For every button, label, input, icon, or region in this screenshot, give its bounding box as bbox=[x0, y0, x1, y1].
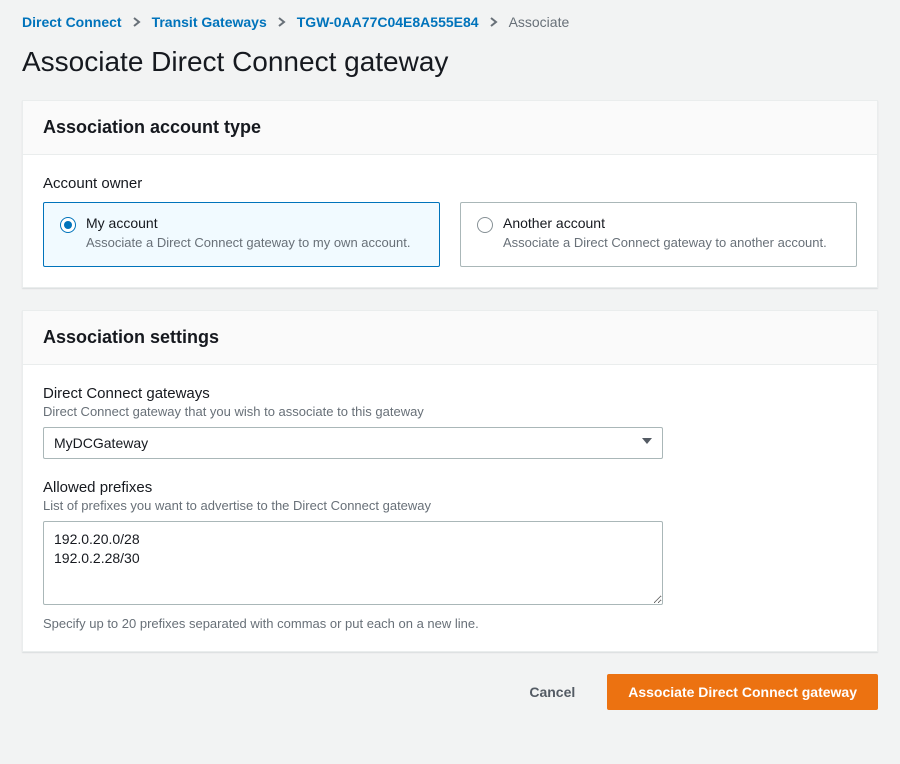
panel-header-settings: Association settings bbox=[23, 311, 877, 365]
radio-desc-my-account: Associate a Direct Connect gateway to my… bbox=[86, 235, 410, 252]
page-title: Associate Direct Connect gateway bbox=[22, 46, 878, 78]
breadcrumb-link-tgw-id[interactable]: TGW-0AA77C04E8A555E84 bbox=[297, 14, 479, 30]
account-owner-label: Account owner bbox=[43, 175, 857, 192]
breadcrumb: Direct Connect Transit Gateways TGW-0AA7… bbox=[22, 14, 878, 30]
dc-gateways-label: Direct Connect gateways bbox=[43, 385, 857, 402]
breadcrumb-link-direct-connect[interactable]: Direct Connect bbox=[22, 14, 122, 30]
allowed-prefixes-label: Allowed prefixes bbox=[43, 479, 857, 496]
cancel-button[interactable]: Cancel bbox=[509, 675, 595, 709]
dc-gateways-select[interactable]: MyDCGateway bbox=[43, 427, 663, 459]
panel-association-settings: Association settings Direct Connect gate… bbox=[22, 310, 878, 652]
allowed-prefixes-textarea[interactable] bbox=[43, 521, 663, 605]
breadcrumb-link-transit-gateways[interactable]: Transit Gateways bbox=[152, 14, 267, 30]
footer-actions: Cancel Associate Direct Connect gateway bbox=[22, 674, 878, 710]
chevron-right-icon bbox=[489, 17, 499, 27]
panel-title-account-type: Association account type bbox=[43, 117, 857, 138]
dc-gateways-select-value: MyDCGateway bbox=[54, 435, 148, 451]
radio-tile-another-account[interactable]: Another account Associate a Direct Conne… bbox=[460, 202, 857, 267]
dc-gateways-hint: Direct Connect gateway that you wish to … bbox=[43, 404, 857, 419]
radio-button-icon bbox=[477, 217, 493, 233]
associate-button[interactable]: Associate Direct Connect gateway bbox=[607, 674, 878, 710]
radio-title-my-account: My account bbox=[86, 215, 410, 231]
radio-title-another-account: Another account bbox=[503, 215, 827, 231]
chevron-right-icon bbox=[277, 17, 287, 27]
allowed-prefixes-hint: List of prefixes you want to advertise t… bbox=[43, 498, 857, 513]
panel-account-type: Association account type Account owner M… bbox=[22, 100, 878, 288]
radio-desc-another-account: Associate a Direct Connect gateway to an… bbox=[503, 235, 827, 252]
panel-title-settings: Association settings bbox=[43, 327, 857, 348]
allowed-prefixes-helper: Specify up to 20 prefixes separated with… bbox=[43, 616, 857, 631]
breadcrumb-current: Associate bbox=[509, 14, 570, 30]
field-allowed-prefixes: Allowed prefixes List of prefixes you wa… bbox=[43, 479, 857, 631]
radio-button-icon bbox=[60, 217, 76, 233]
field-dc-gateways: Direct Connect gateways Direct Connect g… bbox=[43, 385, 857, 459]
chevron-right-icon bbox=[132, 17, 142, 27]
panel-header-account-type: Association account type bbox=[23, 101, 877, 155]
radio-tile-my-account[interactable]: My account Associate a Direct Connect ga… bbox=[43, 202, 440, 267]
